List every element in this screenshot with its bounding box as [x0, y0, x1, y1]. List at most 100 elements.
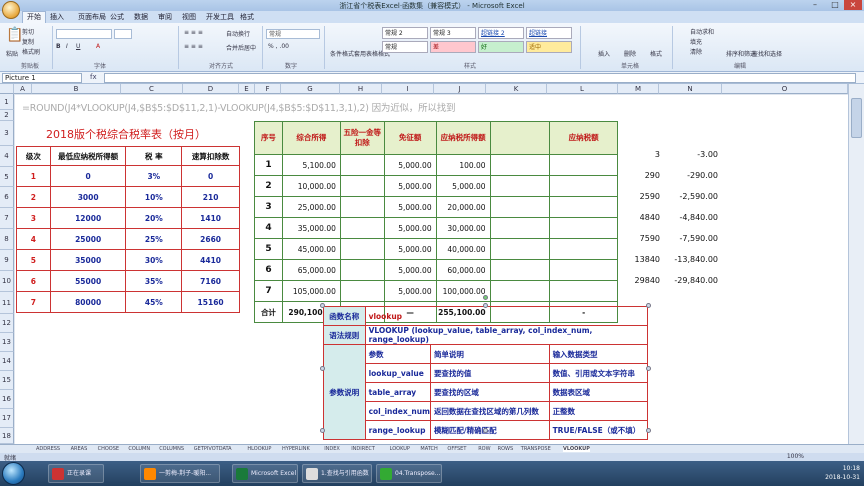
table-cell[interactable]	[339, 175, 385, 197]
table-cell[interactable]: 40,000.00	[435, 238, 491, 260]
row-header[interactable]: 11	[0, 292, 14, 314]
table-cell[interactable]: 30,000.00	[435, 217, 491, 239]
table-cell[interactable]: 级次	[16, 146, 51, 166]
sheet-tab[interactable]: ROW	[478, 446, 490, 452]
table-cell[interactable]: 5,000.00	[383, 154, 437, 176]
style-good[interactable]: 好	[478, 41, 524, 53]
tab-insert[interactable]: 插入	[50, 12, 64, 22]
table-cell[interactable]	[549, 259, 618, 281]
row-header[interactable]: 9	[0, 250, 14, 271]
sheet-tab[interactable]: COLUMNS	[159, 446, 184, 452]
resize-handle[interactable]	[646, 303, 651, 308]
rotate-handle[interactable]	[483, 295, 488, 300]
sheet-tab[interactable]: AREAS	[71, 446, 88, 452]
table-cell[interactable]	[339, 259, 385, 281]
table-cell[interactable]: 25000	[49, 228, 127, 250]
table-cell[interactable]: 5,000.00	[383, 196, 437, 218]
table-cell[interactable]: 1	[254, 154, 283, 176]
style-normal-3[interactable]: 常规 3	[430, 27, 476, 39]
table-cell[interactable]	[489, 280, 551, 302]
style-hyperlink-2[interactable]: 超链接 2	[478, 27, 524, 39]
table-cell[interactable]: 5,000.00	[383, 217, 437, 239]
row-header[interactable]: 7	[0, 208, 14, 229]
table-cell[interactable]: 6	[254, 259, 283, 281]
table-cell[interactable]	[339, 154, 385, 176]
table-cell[interactable]	[339, 217, 385, 239]
sheet-tab[interactable]: HLOOKUP	[247, 446, 271, 452]
table-cell[interactable]: 7	[16, 291, 51, 313]
row-header[interactable]: 1	[0, 94, 14, 110]
table-cell[interactable]: 7160	[181, 270, 240, 292]
minimize-icon[interactable]: –	[806, 0, 824, 10]
table-cell[interactable]: 3000	[49, 186, 127, 208]
table-cell[interactable]: 45,000.00	[281, 238, 341, 260]
cell-value[interactable]: 3	[620, 150, 660, 159]
start-button[interactable]	[2, 462, 25, 485]
resize-handle[interactable]	[320, 366, 325, 371]
table-cell[interactable]: 210	[181, 186, 240, 208]
column-header[interactable]: N	[659, 84, 722, 94]
table-cell[interactable]: 5,000.00	[383, 238, 437, 260]
column-header[interactable]: G	[281, 84, 340, 94]
column-header[interactable]: L	[547, 84, 618, 94]
cell-value[interactable]: 29840	[620, 276, 660, 285]
table-cell[interactable]: 5,100.00	[281, 154, 341, 176]
resize-handle[interactable]	[320, 428, 325, 433]
row-header[interactable]: 17	[0, 409, 14, 428]
table-cell[interactable]: 5	[254, 238, 283, 260]
cell-value[interactable]: 13840	[620, 255, 660, 264]
format-cells-button[interactable]: 格式	[650, 49, 662, 58]
table-cell[interactable]: 10%	[125, 186, 183, 208]
merge-center-button[interactable]: 合并后居中	[226, 43, 256, 52]
table-cell[interactable]: 7	[254, 280, 283, 302]
table-cell[interactable]: 合计	[254, 301, 283, 323]
row-header[interactable]: 15	[0, 371, 14, 390]
cell-value[interactable]: -4,840.00	[660, 213, 718, 222]
table-cell[interactable]: 25%	[125, 228, 183, 250]
column-header[interactable]: D	[183, 84, 239, 94]
column-header[interactable]: C	[121, 84, 183, 94]
row-header[interactable]: 3	[0, 121, 14, 146]
table-cell[interactable]: 55000	[49, 270, 127, 292]
office-button[interactable]	[2, 1, 20, 19]
style-neutral[interactable]: 适中	[526, 41, 572, 53]
paste-button[interactable]: 粘贴	[6, 49, 18, 58]
vertical-scrollbar[interactable]	[848, 84, 864, 444]
table-cell[interactable]: 15160	[181, 291, 240, 313]
table-cell[interactable]: 免征额	[383, 121, 437, 155]
row-header[interactable]: 6	[0, 187, 14, 208]
table-cell[interactable]: 5,000.00	[383, 259, 437, 281]
fill-button[interactable]: 填充	[690, 37, 702, 46]
table-cell[interactable]: 综合所得	[281, 121, 341, 155]
row-header[interactable]: 13	[0, 333, 14, 352]
column-header[interactable]: J	[434, 84, 486, 94]
table-cell[interactable]	[489, 175, 551, 197]
column-header[interactable]: B	[32, 84, 121, 94]
taskbar-item[interactable]: 一剪梅-荆子-暖阳...	[140, 464, 220, 483]
tab-format[interactable]: 格式	[240, 12, 254, 22]
table-cell[interactable]: 1	[16, 165, 51, 187]
table-cell[interactable]	[489, 154, 551, 176]
tab-view[interactable]: 视图	[182, 12, 196, 22]
table-cell[interactable]: 3	[254, 196, 283, 218]
sheet-tab[interactable]: INDEX	[324, 446, 340, 452]
table-cell[interactable]	[489, 217, 551, 239]
cell-value[interactable]: -3.00	[660, 150, 718, 159]
zoom-level[interactable]: 100%	[787, 453, 804, 460]
sheet-tab[interactable]: GETPIVOTDATA	[194, 446, 232, 452]
system-clock[interactable]: 10:18 2018-10-31	[825, 464, 860, 482]
cut-button[interactable]: 剪切	[22, 27, 34, 36]
select-all-corner[interactable]	[0, 84, 14, 94]
italic-icon[interactable]: I	[66, 43, 68, 50]
table-cell[interactable]: 30%	[125, 249, 183, 271]
align-left-icon[interactable]: ≡ ≡ ≡	[184, 43, 203, 50]
copy-button[interactable]: 复制	[22, 37, 34, 46]
sheet-tab[interactable]: ADDRESS	[36, 446, 60, 452]
format-painter-button[interactable]: 格式刷	[22, 47, 40, 56]
table-cell[interactable]: 0	[49, 165, 127, 187]
row-header[interactable]: 14	[0, 352, 14, 371]
cell-value[interactable]: -7,590.00	[660, 234, 718, 243]
resize-handle[interactable]	[483, 428, 488, 433]
taskbar-item[interactable]: 1.查找与引用函数	[302, 464, 372, 483]
table-cell[interactable]: 2	[16, 186, 51, 208]
